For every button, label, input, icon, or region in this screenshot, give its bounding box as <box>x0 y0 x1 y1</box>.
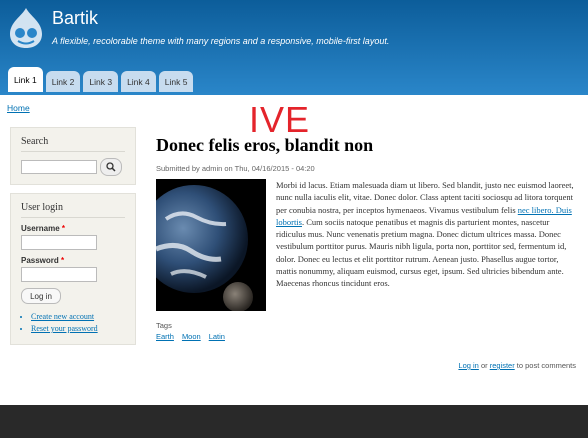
login-block: User login Username * Password * Log in … <box>10 193 136 345</box>
login-links: Create new account Reset your password <box>21 312 125 333</box>
earth-moon-image <box>156 179 266 311</box>
tab-link-2[interactable]: Link 2 <box>45 71 81 92</box>
tab-link-1[interactable]: Link 1 <box>8 67 43 92</box>
tab-link-4[interactable]: Link 4 <box>121 71 156 92</box>
drupal-drop-icon[interactable] <box>6 6 46 50</box>
site-footer <box>0 405 588 438</box>
search-row <box>21 158 125 176</box>
username-label-text: Username <box>21 224 60 233</box>
search-icon <box>106 162 116 172</box>
search-input[interactable] <box>21 160 97 174</box>
tag-latin[interactable]: Latin <box>209 332 225 341</box>
login-button[interactable]: Log in <box>21 288 61 304</box>
search-block-title: Search <box>21 136 125 152</box>
site-slogan: A flexible, recolorable theme with many … <box>52 36 390 46</box>
username-field[interactable] <box>21 235 97 250</box>
search-button[interactable] <box>100 158 122 176</box>
tags-label: Tags <box>156 321 172 330</box>
password-field[interactable] <box>21 267 97 282</box>
site-name[interactable]: Bartik <box>52 8 98 29</box>
register-link[interactable]: register <box>490 361 515 370</box>
username-label: Username * <box>21 224 125 233</box>
password-label: Password * <box>21 256 125 265</box>
login-block-title: User login <box>21 202 125 218</box>
submitted-info: Submitted by admin on Thu, 04/16/2015 - … <box>156 164 315 173</box>
password-label-text: Password <box>21 256 59 265</box>
links-or: or <box>478 361 490 370</box>
body-text-part-2: . Cum sociis natoque penatibus et magnis… <box>276 216 567 289</box>
node-article: Donec felis eros, blandit non Submitted … <box>156 135 576 341</box>
search-block: Search <box>10 127 136 185</box>
sidebar: Search User login Username * Password * … <box>10 127 136 353</box>
main-region: Home IVE Search User login Username * Pa… <box>0 95 588 405</box>
site-header: Bartik A flexible, recolorable theme wit… <box>0 0 588 95</box>
login-link[interactable]: Log in <box>458 361 478 370</box>
breadcrumb-home[interactable]: Home <box>7 103 30 113</box>
primary-tabs: Link 1 Link 2 Link 3 Link 4 Link 5 <box>8 67 196 95</box>
tab-link-5[interactable]: Link 5 <box>158 71 194 92</box>
node-title[interactable]: Donec felis eros, blandit non <box>156 135 576 156</box>
comment-links: Log in or register to post comments <box>458 361 576 370</box>
tab-link-3[interactable]: Link 3 <box>83 71 119 92</box>
node-body: Morbi id lacus. Etiam malesuada diam ut … <box>276 179 576 311</box>
create-account-link[interactable]: Create new account <box>31 312 125 321</box>
reset-password-link[interactable]: Reset your password <box>31 324 125 333</box>
earth-moon-illustration <box>156 179 266 311</box>
tag-moon[interactable]: Moon <box>182 332 201 341</box>
required-mark: * <box>61 224 66 233</box>
node-body-row: Morbi id lacus. Etiam malesuada diam ut … <box>156 179 576 311</box>
tags-list: Earth Moon Latin <box>156 332 576 341</box>
links-suffix: to post comments <box>514 361 576 370</box>
required-mark: * <box>61 256 65 265</box>
tag-earth[interactable]: Earth <box>156 332 174 341</box>
